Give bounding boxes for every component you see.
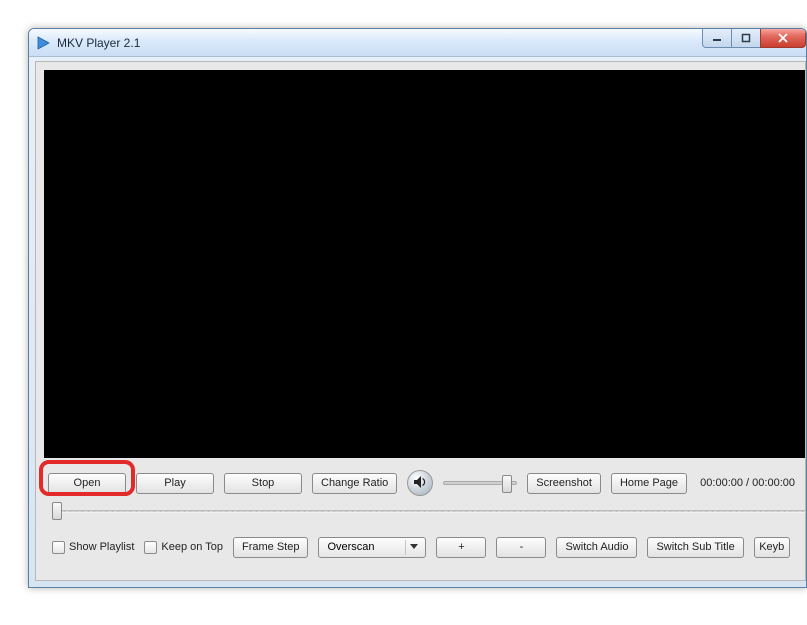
play-button[interactable]: Play: [136, 473, 214, 494]
time-current: 00:00:00: [700, 477, 743, 489]
checkbox-box: [52, 541, 65, 554]
seek-thumb[interactable]: [52, 502, 62, 520]
close-button[interactable]: [760, 29, 806, 48]
keep-on-top-checkbox[interactable]: Keep on Top: [144, 541, 223, 554]
seek-bar[interactable]: [52, 502, 805, 518]
change-ratio-button[interactable]: Change Ratio: [312, 473, 397, 494]
zoom-in-button[interactable]: +: [436, 537, 486, 558]
mute-toggle[interactable]: [407, 470, 433, 496]
window-title: MKV Player 2.1: [57, 36, 140, 50]
minimize-button[interactable]: [702, 29, 732, 48]
show-playlist-checkbox[interactable]: Show Playlist: [52, 541, 134, 554]
seek-track: [52, 510, 805, 513]
speaker-icon: [412, 474, 428, 493]
switch-subtitle-button[interactable]: Switch Sub Title: [647, 537, 743, 558]
zoom-out-button[interactable]: -: [496, 537, 546, 558]
open-button[interactable]: Open: [48, 473, 126, 494]
stop-button[interactable]: Stop: [224, 473, 302, 494]
titlebar[interactable]: MKV Player 2.1: [29, 29, 806, 57]
keep-on-top-label: Keep on Top: [161, 541, 223, 553]
window-controls: [703, 29, 806, 48]
frame-step-button[interactable]: Frame Step: [233, 537, 308, 558]
client-area: Open Play Stop Change Ratio Screenshot H…: [35, 61, 806, 581]
volume-slider[interactable]: [443, 481, 517, 485]
secondary-controls: Show Playlist Keep on Top Frame Step Ove…: [52, 532, 805, 562]
time-display: 00:00:00 / 00:00:00: [700, 477, 801, 489]
app-play-icon: [35, 35, 51, 51]
keyboard-button[interactable]: Keyb: [754, 537, 790, 558]
video-display[interactable]: [44, 70, 805, 458]
maximize-button[interactable]: [731, 29, 761, 48]
home-page-button[interactable]: Home Page: [611, 473, 687, 494]
overscan-selected: Overscan: [327, 541, 374, 553]
screenshot-button[interactable]: Screenshot: [527, 473, 601, 494]
switch-audio-button[interactable]: Switch Audio: [556, 537, 637, 558]
app-window: MKV Player 2.1 Open Play Stop Change Rat…: [28, 28, 807, 588]
time-total: 00:00:00: [752, 477, 795, 489]
show-playlist-label: Show Playlist: [69, 541, 134, 553]
chevron-down-icon: [405, 540, 421, 555]
checkbox-box: [144, 541, 157, 554]
time-sep: /: [743, 477, 752, 489]
primary-controls: Open Play Stop Change Ratio Screenshot H…: [44, 466, 805, 500]
volume-thumb[interactable]: [502, 475, 512, 493]
overscan-select[interactable]: Overscan: [318, 537, 426, 558]
